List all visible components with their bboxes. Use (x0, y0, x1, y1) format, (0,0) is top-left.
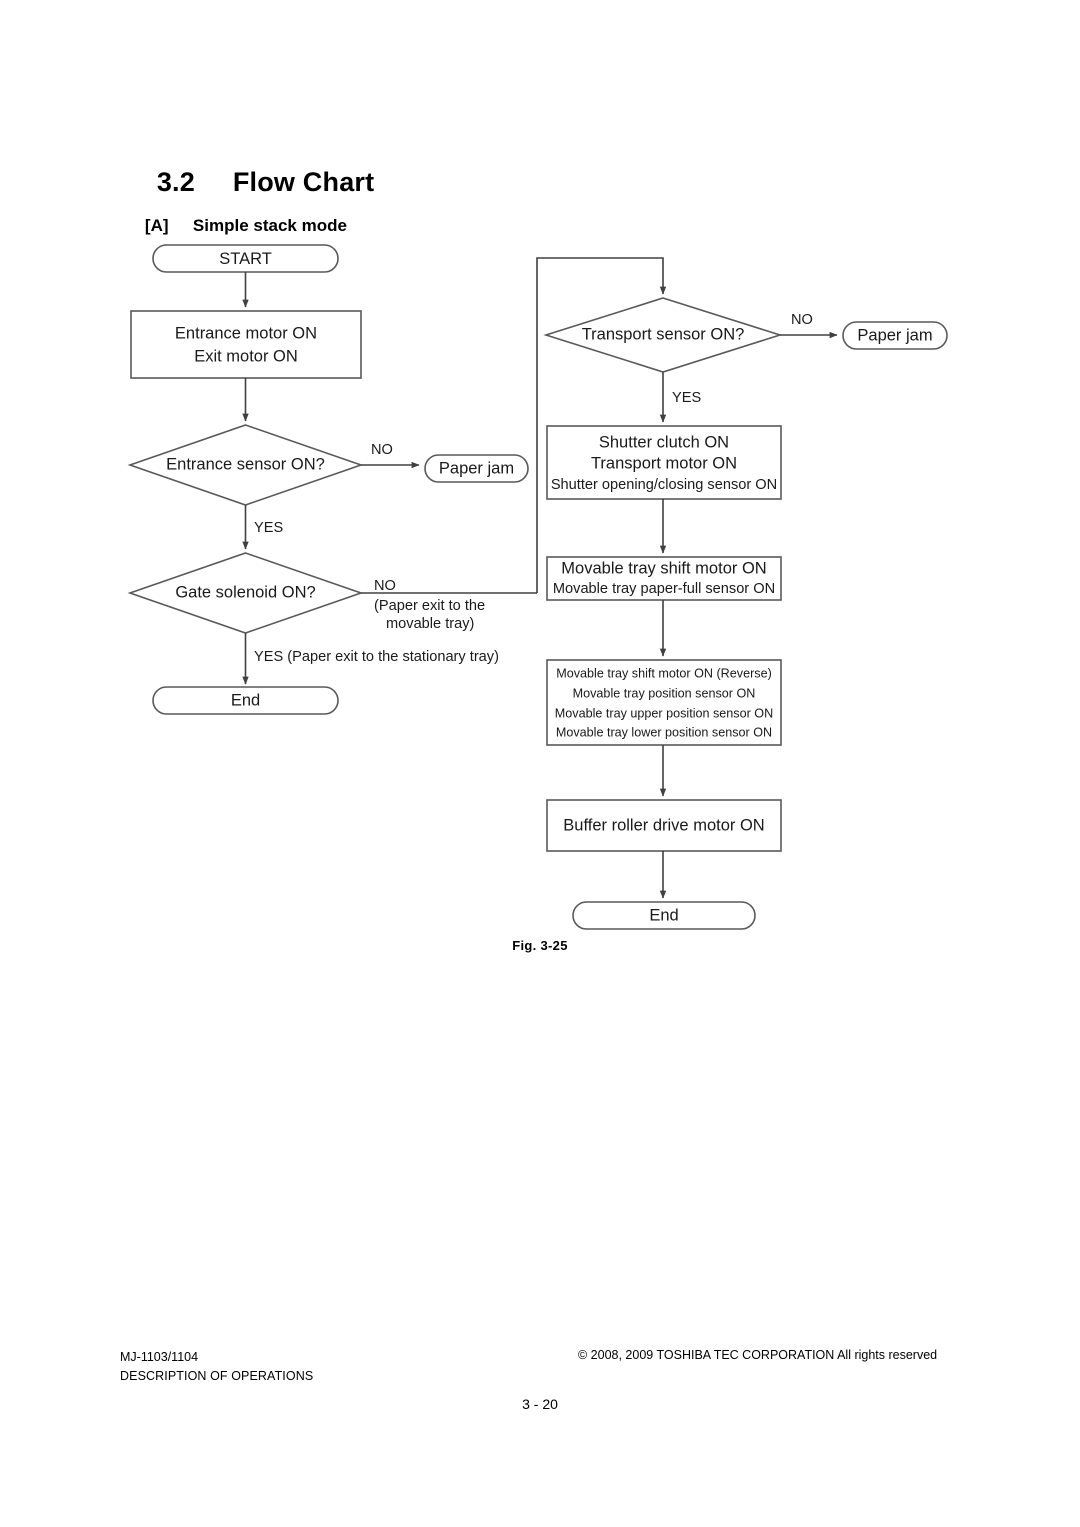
edge-label-gate-yes: YES (Paper exit to the stationary tray) (254, 649, 499, 665)
edge-label-entrance-yes: YES (254, 520, 283, 536)
footer-page-number: 3 - 20 (522, 1396, 558, 1412)
node-gate-solenoid: Gate solenoid ON? (127, 552, 364, 634)
node-gate-solenoid-label: Gate solenoid ON? (175, 583, 315, 601)
edge-label-transport-yes: YES (672, 390, 701, 406)
node-paper-jam-right-label: Paper jam (857, 326, 932, 344)
edge-label-transport-no: NO (791, 312, 813, 328)
node-tray-reverse-line3: Movable tray upper position sensor ON (555, 706, 773, 720)
node-paper-jam-left-label: Paper jam (439, 459, 514, 477)
node-buffer-roller: Buffer roller drive motor ON (546, 799, 782, 852)
edge-label-gate-no-note2: movable tray) (386, 616, 474, 632)
node-entrance-sensor-label: Entrance sensor ON? (166, 455, 325, 473)
node-shutter: Shutter clutch ON Transport motor ON Shu… (546, 425, 782, 500)
footer-model: MJ-1103/1104 (120, 1350, 199, 1364)
flowchart-diagram: START Entrance motor ON Exit motor ON En… (127, 244, 948, 930)
node-tray-shift: Movable tray shift motor ON Movable tray… (546, 556, 782, 601)
node-end-right-label: End (649, 906, 678, 924)
node-paper-jam-left: Paper jam (424, 454, 529, 483)
footer-left: MJ-1103/1104 DESCRIPTION OF OPERATIONS (120, 1348, 313, 1386)
node-motors-on-line2: Exit motor ON (194, 347, 298, 365)
node-shutter-line3: Shutter opening/closing sensor ON (551, 477, 777, 493)
node-paper-jam-right: Paper jam (842, 321, 948, 350)
edge-label-gate-no-note1: (Paper exit to the (374, 598, 485, 614)
node-transport-sensor-label: Transport sensor ON? (582, 325, 745, 343)
node-tray-reverse-line2: Movable tray position sensor ON (573, 686, 756, 700)
document-page: 3.2 Flow Chart [A] Simple stack mode START… (0, 0, 1080, 1527)
edge-label-gate-no: NO (374, 578, 396, 594)
node-transport-sensor: Transport sensor ON? (543, 297, 783, 373)
page-footer: MJ-1103/1104 DESCRIPTION OF OPERATIONS ©… (0, 1348, 1080, 1438)
footer-copyright: © 2008, 2009 TOSHIBA TEC CORPORATION All… (578, 1348, 938, 1362)
edge-label-entrance-no: NO (371, 442, 393, 458)
node-tray-reverse-line1: Movable tray shift motor ON (Reverse) (556, 666, 772, 680)
node-tray-reverse: Movable tray shift motor ON (Reverse) Mo… (546, 659, 782, 746)
figure-caption: Fig. 3-25 (512, 938, 568, 953)
node-entrance-sensor: Entrance sensor ON? (127, 424, 364, 506)
node-end-left: End (152, 686, 339, 715)
node-tray-reverse-line4: Movable tray lower position sensor ON (556, 725, 772, 739)
node-shutter-line1: Shutter clutch ON (599, 433, 729, 451)
node-start-label: START (219, 250, 272, 268)
footer-chapter: DESCRIPTION OF OPERATIONS (120, 1369, 314, 1383)
node-buffer-roller-label: Buffer roller drive motor ON (563, 816, 764, 834)
node-motors-on-line1: Entrance motor ON (175, 324, 317, 342)
node-shutter-line2: Transport motor ON (591, 454, 737, 472)
node-motors-on: Entrance motor ON Exit motor ON (130, 310, 362, 379)
node-tray-shift-line2: Movable tray paper-full sensor ON (553, 581, 775, 597)
node-end-left-label: End (231, 691, 260, 709)
node-start: START (152, 244, 339, 273)
node-end-right: End (572, 901, 756, 930)
node-tray-shift-line1: Movable tray shift motor ON (561, 559, 766, 577)
